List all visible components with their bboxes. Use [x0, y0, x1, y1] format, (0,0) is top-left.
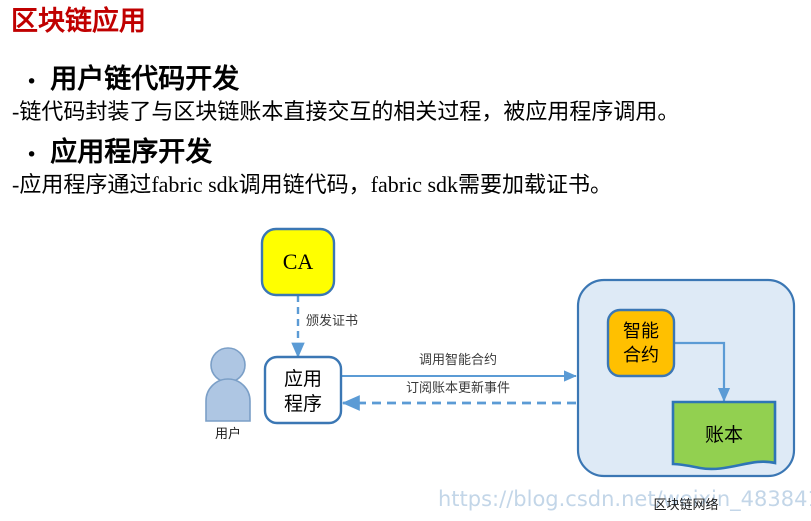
application-label-line2: 程序: [284, 393, 322, 415]
node-ledger[interactable]: 账本: [671, 400, 777, 471]
user-label: 用户: [215, 426, 241, 441]
smart-contract-box[interactable]: [606, 308, 676, 378]
subscribe-events-label: 订阅账本更新事件: [406, 380, 510, 395]
blockchain-network-label: 区块链网络: [653, 497, 718, 512]
page-title: 区块链应用: [11, 6, 146, 37]
node-application[interactable]: 应用 程序: [263, 355, 343, 425]
bullet-dot-icon: •: [26, 71, 38, 93]
user-icon: 用户: [205, 347, 251, 441]
bullet-block-2: • 应用程序开发 -应用程序通过fabric sdk调用链代码，fabric s…: [0, 135, 811, 200]
bullet-heading-2: 应用程序开发: [50, 137, 213, 167]
smart-contract-label-line2: 合约: [623, 345, 659, 365]
bullet-detail-1: -链代码封装了与区块链账本直接交互的相关过程，被应用程序调用。: [12, 99, 680, 124]
smart-contract-label-line1: 智能: [623, 321, 659, 341]
ledger-label: 账本: [705, 424, 743, 446]
user-body-icon: [205, 378, 251, 422]
invoke-contract-label: 调用智能合约: [419, 352, 497, 367]
bullet-detail-2: -应用程序通过fabric sdk调用链代码，fabric sdk需要加载证书。: [12, 172, 613, 197]
edge-issue-cert: 颁发证书: [291, 295, 358, 358]
bullet-heading-row-2: • 应用程序开发: [0, 135, 811, 170]
ca-label: CA: [283, 249, 314, 274]
bullet-dot-icon: •: [26, 144, 38, 166]
watermark-text: https://blog.csdn.net/weixin_48384182: [438, 487, 811, 512]
issue-cert-label: 颁发证书: [306, 313, 358, 328]
bullet-heading-1: 用户链代码开发: [50, 64, 240, 94]
edge-invoke-contract: 调用智能合约: [341, 352, 577, 382]
edge-subscribe-events: 订阅账本更新事件: [341, 380, 576, 411]
node-smart-contract[interactable]: 智能 合约: [606, 308, 676, 378]
application-label-line1: 应用: [284, 368, 322, 390]
bullet-block-1: • 用户链代码开发 -链代码封装了与区块链账本直接交互的相关过程，被应用程序调用…: [0, 62, 811, 127]
architecture-diagram: 颁发证书 调用智能合约 订阅账本更新事件 CA 用户 应用 程序 智能 合约 账…: [0, 205, 811, 521]
bullet-heading-row-1: • 用户链代码开发: [0, 62, 811, 97]
node-ca[interactable]: CA: [260, 227, 336, 297]
user-head-icon: [210, 347, 246, 383]
